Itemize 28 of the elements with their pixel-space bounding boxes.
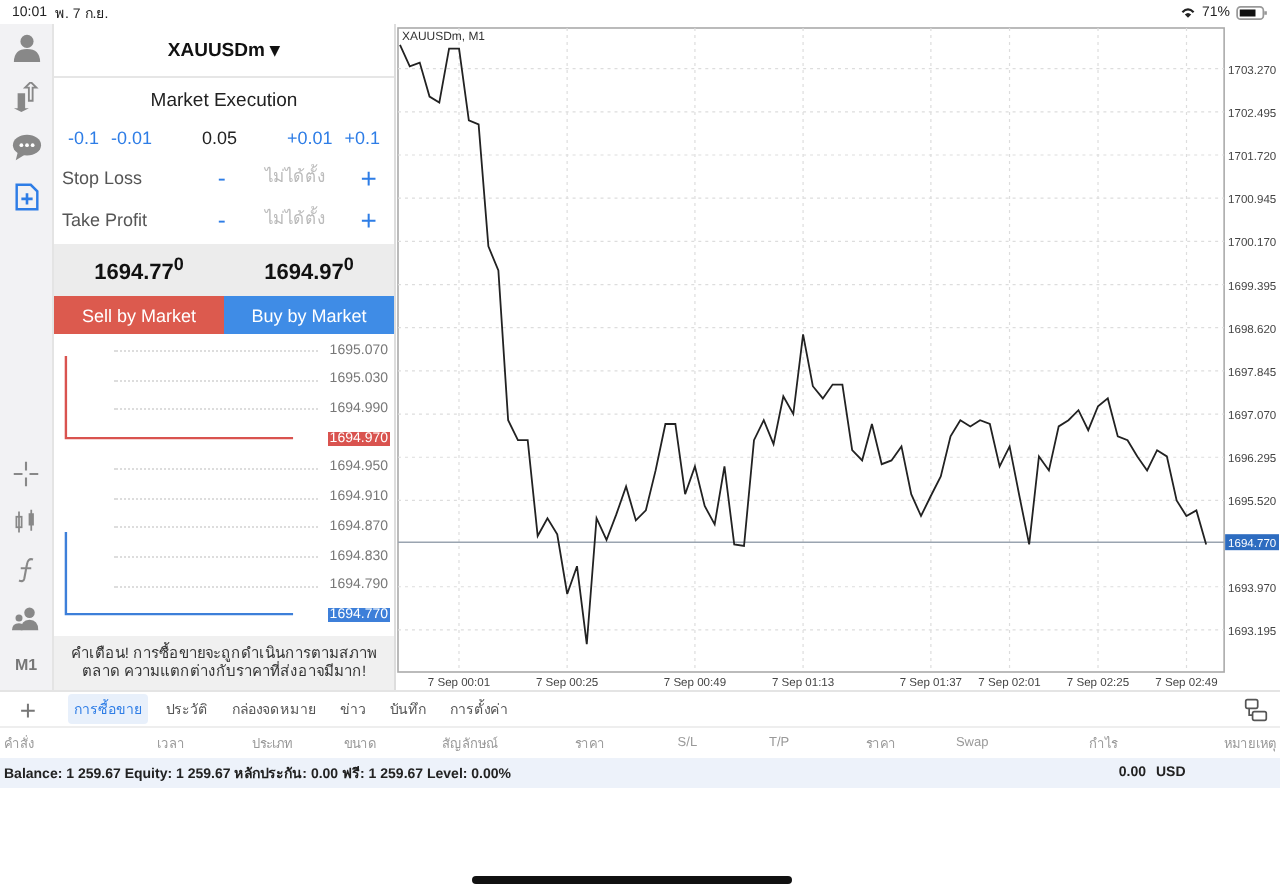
chat-icon[interactable] bbox=[8, 130, 44, 164]
timeframe-button[interactable]: M1 bbox=[8, 648, 44, 682]
stop-label: Stop Loss bbox=[62, 167, 145, 187]
volume-step-button[interactable]: -0.01 bbox=[111, 128, 153, 148]
decrease-button[interactable]: - bbox=[208, 205, 236, 233]
account-icon[interactable] bbox=[8, 30, 44, 64]
quote-price: 1694.97$^{0}$ bbox=[264, 254, 354, 286]
price-field[interactable]: ไม่ได้ตั้ง bbox=[239, 204, 352, 234]
battery-icon bbox=[1236, 5, 1268, 19]
decrease-button[interactable]: - bbox=[208, 163, 236, 191]
quote-price: 1694.77$^{0}$ bbox=[94, 254, 184, 286]
increase-button[interactable]: + bbox=[355, 203, 383, 235]
wifi-icon bbox=[1179, 5, 1196, 19]
volume-value: 0.05 bbox=[201, 128, 237, 148]
price-field[interactable]: ไม่ได้ตั้ง bbox=[239, 162, 352, 192]
buy-button[interactable]: Buy by Market bbox=[224, 296, 394, 334]
add-button[interactable]: + bbox=[12, 695, 44, 723]
symbol-selector[interactable]: XAUUSDm ▾ bbox=[167, 38, 281, 62]
crosshair-icon[interactable] bbox=[8, 456, 44, 490]
increase-button[interactable]: + bbox=[355, 161, 383, 193]
layout-icon[interactable] bbox=[1244, 697, 1268, 721]
volume-step-button[interactable]: +0.01 bbox=[286, 128, 333, 148]
execution-mode: Market Execution bbox=[148, 88, 300, 116]
sell-button[interactable]: Sell by Market bbox=[54, 296, 224, 334]
stop-label: Take Profit bbox=[62, 209, 150, 229]
transfer-icon[interactable] bbox=[8, 80, 44, 114]
volume-step-button[interactable]: -0.1 bbox=[68, 128, 100, 148]
volume-step-button[interactable]: +0.1 bbox=[344, 128, 380, 148]
